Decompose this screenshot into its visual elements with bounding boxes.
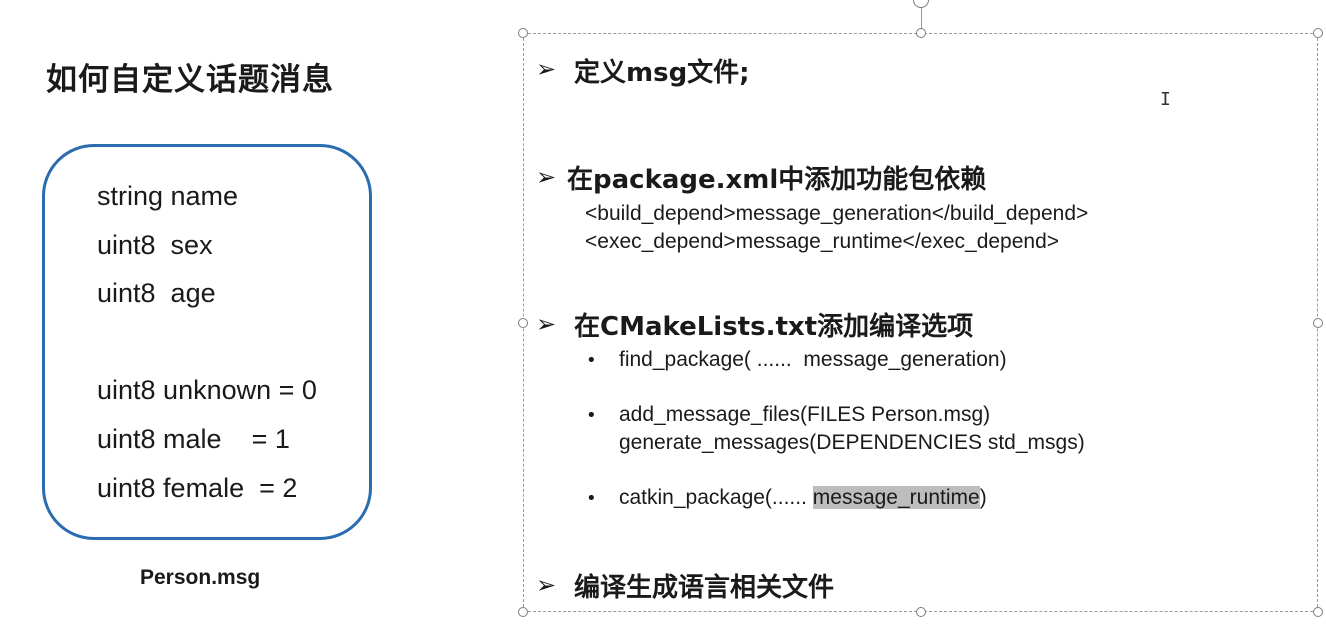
- resize-handle-bottom-right[interactable]: [1313, 607, 1323, 617]
- step-heading-define-msg: 定义msg文件;: [574, 58, 750, 88]
- msg-constant-line: uint8 male = 1: [97, 424, 290, 454]
- msg-constant-line: uint8 unknown = 0: [97, 375, 317, 405]
- resize-handle-top-left[interactable]: [518, 28, 528, 38]
- exec-depend-line: <exec_depend>message_runtime</exec_depen…: [585, 230, 1060, 253]
- arrow-bullet-icon: ➢: [536, 310, 557, 338]
- resize-handle-top-right[interactable]: [1313, 28, 1323, 38]
- resize-handle-right[interactable]: [1313, 318, 1323, 328]
- step-heading-cmakelists: 在CMakeLists.txt添加编译选项: [574, 312, 974, 342]
- arrow-bullet-icon: ➢: [536, 571, 557, 599]
- step-heading-package-xml: 在package.xml中添加功能包依赖: [567, 165, 987, 195]
- resize-handle-top[interactable]: [916, 28, 926, 38]
- generate-messages-line: generate_messages(DEPENDENCIES std_msgs): [619, 431, 1085, 454]
- find-package-line: find_package( ...... message_generation): [619, 348, 1007, 371]
- resize-handle-bottom-left[interactable]: [518, 607, 528, 617]
- msg-constant-line: uint8 female = 2: [97, 473, 298, 503]
- msg-field-line: uint8 age: [97, 278, 216, 308]
- msg-field-line: string name: [97, 181, 239, 211]
- selected-text-highlight[interactable]: message_runtime: [812, 486, 980, 509]
- bullet-dot-icon: •: [586, 405, 597, 426]
- slide-title: 如何自定义话题消息: [46, 62, 334, 98]
- step-heading-compile: 编译生成语言相关文件: [574, 573, 835, 603]
- resize-handle-bottom[interactable]: [916, 607, 926, 617]
- msg-field-line: uint8 sex: [97, 230, 213, 260]
- bullet-dot-icon: •: [586, 350, 597, 371]
- msg-filename-caption: Person.msg: [140, 566, 261, 589]
- arrow-bullet-icon: ➢: [536, 163, 557, 191]
- rotate-handle[interactable]: [913, 0, 929, 8]
- catkin-package-prefix: catkin_package(......: [619, 486, 813, 509]
- resize-handle-left[interactable]: [518, 318, 528, 328]
- bullet-dot-icon: •: [586, 488, 597, 509]
- add-message-files-line: add_message_files(FILES Person.msg): [619, 403, 991, 426]
- catkin-package-line[interactable]: catkin_package(...... message_runtime): [619, 486, 987, 510]
- text-cursor-icon: I: [1160, 89, 1171, 110]
- arrow-bullet-icon: ➢: [536, 55, 557, 83]
- catkin-package-suffix: ): [979, 486, 987, 509]
- build-depend-line: <build_depend>message_generation</build_…: [585, 202, 1089, 225]
- msg-definition-box: string name uint8 sex uint8 age uint8 un…: [42, 144, 372, 540]
